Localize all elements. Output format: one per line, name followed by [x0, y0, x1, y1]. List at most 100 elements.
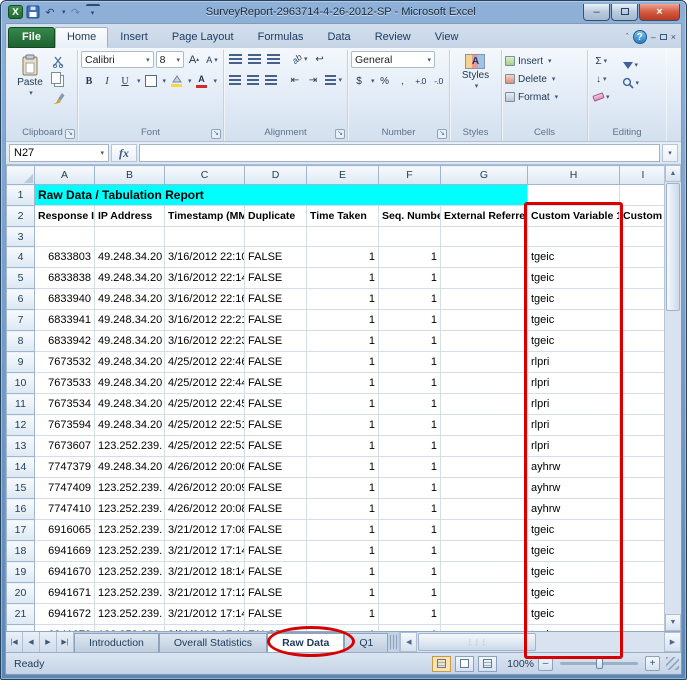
cell-custom-variable-1[interactable]: tgeic [528, 289, 620, 310]
vertical-scrollbar-thumb[interactable] [666, 183, 680, 311]
cell-custom-variable-2[interactable] [620, 541, 665, 562]
cell-custom-variable-1[interactable]: ayhrw [528, 499, 620, 520]
row-header-3[interactable]: 3 [7, 227, 35, 247]
maximize-button[interactable] [611, 4, 638, 21]
cell-time-taken[interactable]: 1 [307, 247, 379, 268]
cell-custom-variable-2[interactable] [620, 478, 665, 499]
cell-time-taken[interactable]: 1 [307, 268, 379, 289]
cell-time-taken[interactable]: 1 [307, 352, 379, 373]
cell-custom-variable-1[interactable]: tgeic [528, 247, 620, 268]
cell-ip-address[interactable]: 49.248.34.20 [95, 289, 165, 310]
scroll-down-button[interactable]: ▼ [665, 614, 681, 631]
copy-button[interactable] [49, 72, 67, 88]
cell-time-taken[interactable]: 1 [307, 415, 379, 436]
column-header-E[interactable]: E [307, 166, 379, 185]
cell-external-referrer[interactable] [441, 373, 528, 394]
horizontal-scrollbar[interactable]: ◀ ⋮⋮⋮ ▶ [399, 632, 681, 652]
cell-seq-number[interactable]: 1 [379, 478, 441, 499]
decrease-decimal-button[interactable]: -.0 [431, 73, 447, 89]
cell-timestamp[interactable]: 4/25/2012 22:45 [165, 394, 245, 415]
italic-button[interactable]: I [99, 73, 115, 89]
zoom-level[interactable]: 100% [507, 658, 534, 670]
row-header-1[interactable]: 1 [7, 185, 35, 206]
wrap-text-button[interactable]: ↩ [312, 51, 328, 67]
cell-response-id[interactable]: 7673594 [35, 415, 95, 436]
format-painter-button[interactable] [49, 90, 67, 106]
font-size-dropdown-icon[interactable]: ▾ [176, 56, 180, 64]
cell-external-referrer[interactable] [441, 457, 528, 478]
cell-seq-number[interactable]: 1 [379, 331, 441, 352]
cell-time-taken[interactable]: 1 [307, 394, 379, 415]
scroll-left-button[interactable]: ◀ [400, 632, 417, 652]
number-dialog-launcher[interactable]: ↘ [437, 129, 447, 139]
select-all-corner[interactable] [7, 166, 35, 185]
column-header-B[interactable]: B [95, 166, 165, 185]
cell-seq-number[interactable]: 1 [379, 457, 441, 478]
cell-timestamp[interactable]: 4/25/2012 22:46 [165, 352, 245, 373]
cell-duplicate[interactable]: FALSE [245, 499, 307, 520]
cell[interactable] [379, 227, 441, 247]
cell-response-id[interactable]: 6833838 [35, 268, 95, 289]
column-header-H[interactable]: H [528, 166, 620, 185]
header-cell[interactable]: IP Address [95, 206, 165, 227]
collapse-ribbon-icon[interactable]: ˆ [626, 32, 629, 42]
delete-cells-button[interactable]: Delete▾ [505, 71, 558, 87]
cell-duplicate[interactable]: FALSE [245, 436, 307, 457]
clear-button[interactable]: ▾ [591, 89, 612, 105]
cell-duplicate[interactable]: FALSE [245, 457, 307, 478]
fill-button[interactable]: ↓▾ [591, 71, 612, 87]
cell-custom-variable-1[interactable]: rlpri [528, 373, 620, 394]
row-header-13[interactable]: 13 [7, 436, 35, 457]
cell-ip-address[interactable]: 49.248.34.20 [95, 247, 165, 268]
cell-custom-variable-2[interactable] [620, 247, 665, 268]
cell-ip-address[interactable]: 49.248.34.20 [95, 373, 165, 394]
cell-ip-address[interactable]: 49.248.34.20 [95, 268, 165, 289]
horizontal-scrollbar-track[interactable] [537, 632, 664, 652]
cell-seq-number[interactable]: 1 [379, 310, 441, 331]
cell-custom-variable-1[interactable]: tgeic [528, 541, 620, 562]
cell-external-referrer[interactable] [441, 268, 528, 289]
cut-button[interactable] [49, 54, 67, 70]
align-left-button[interactable] [227, 72, 243, 88]
cell-external-referrer[interactable] [441, 520, 528, 541]
font-family-dropdown-icon[interactable]: ▾ [146, 56, 150, 64]
cell-custom-variable-1[interactable]: rlpri [528, 352, 620, 373]
row-header-6[interactable]: 6 [7, 289, 35, 310]
ribbon-tab-data[interactable]: Data [315, 27, 362, 48]
excel-logo-icon[interactable]: X [8, 5, 23, 19]
zoom-slider[interactable] [560, 662, 638, 665]
cell-response-id[interactable]: 7673607 [35, 436, 95, 457]
font-color-dropdown-icon[interactable]: ▾ [214, 77, 218, 85]
cell-response-id[interactable]: 7747410 [35, 499, 95, 520]
cell-duplicate[interactable]: FALSE [245, 520, 307, 541]
cell-custom-variable-2[interactable] [620, 520, 665, 541]
font-dialog-launcher[interactable]: ↘ [211, 129, 221, 139]
cell-timestamp[interactable]: 3/21/2012 17:14 [165, 604, 245, 625]
cell-custom-variable-2[interactable] [620, 499, 665, 520]
header-cell[interactable]: External Referrer [441, 206, 528, 227]
cell-external-referrer[interactable] [441, 604, 528, 625]
cell-timestamp[interactable]: 3/21/2012 17:14 [165, 541, 245, 562]
cell-response-id[interactable]: 6833942 [35, 331, 95, 352]
cell-external-referrer[interactable] [441, 289, 528, 310]
borders-button[interactable] [143, 73, 159, 89]
column-header-G[interactable]: G [441, 166, 528, 185]
cell-custom-variable-2[interactable] [620, 331, 665, 352]
cell-custom-variable-1[interactable]: tgeic [528, 268, 620, 289]
cell-custom-variable-1[interactable]: ayhrw [528, 457, 620, 478]
cell-custom-variable-2[interactable] [620, 562, 665, 583]
font-size-combo[interactable]: 8 ▾ [156, 51, 184, 68]
cell[interactable] [95, 227, 165, 247]
ribbon-tab-review[interactable]: Review [363, 27, 423, 48]
alignment-dialog-launcher[interactable]: ↘ [335, 129, 345, 139]
workbook-minimize-button[interactable]: – [651, 32, 656, 42]
qat-customize-button[interactable]: ▾ [86, 4, 100, 20]
previous-sheet-button[interactable]: ◀ [23, 632, 40, 652]
column-header-I[interactable]: I [620, 166, 665, 185]
cell-seq-number[interactable]: 1 [379, 247, 441, 268]
insert-cells-button[interactable]: Insert▾ [505, 53, 558, 69]
cell-external-referrer[interactable] [441, 352, 528, 373]
cell-seq-number[interactable]: 1 [379, 289, 441, 310]
cell-ip-address[interactable]: 123.252.239. [95, 562, 165, 583]
header-cell[interactable]: Custom V [620, 206, 665, 227]
